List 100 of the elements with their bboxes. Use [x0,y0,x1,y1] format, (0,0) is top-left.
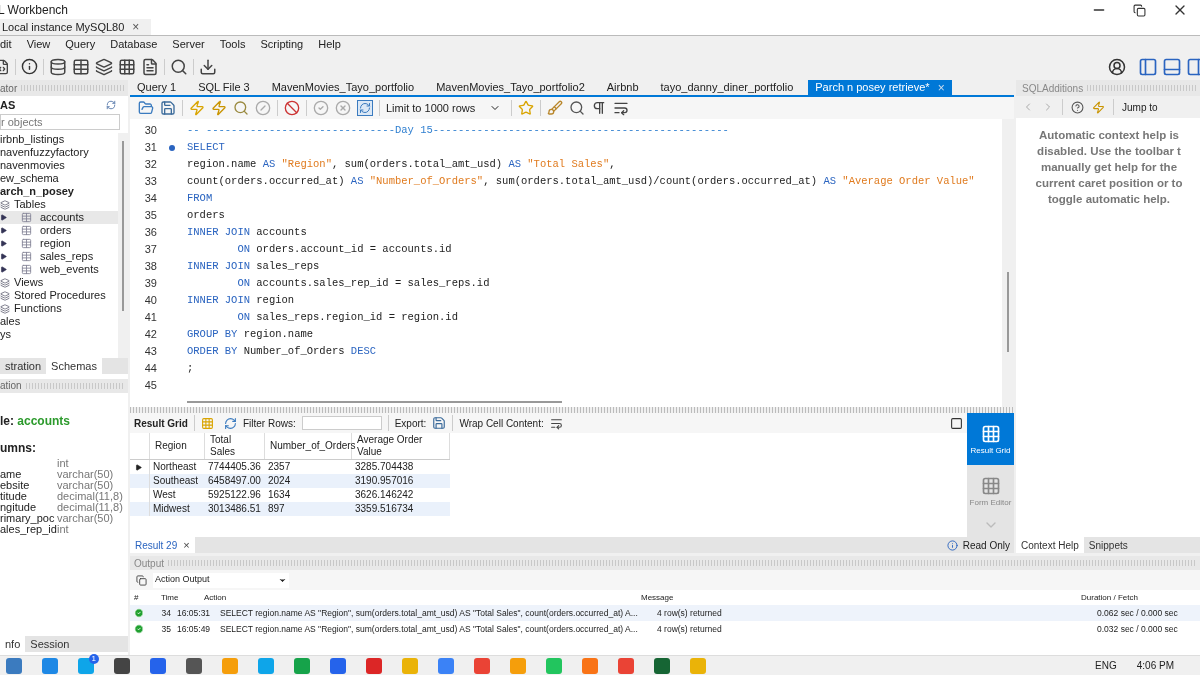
output-row[interactable]: 34 16:05:31 SELECT region.name AS "Region", sum(orders.total_amt_usd) AS "Total Sales", count(orders.occurred_at) A... 4 row(s) returned 0.062 sec / 0.000 sec [130,605,1200,621]
column-header[interactable]: Message [641,592,674,602]
column-header[interactable]: Number_of_Orders [270,440,356,452]
taskbar-icon[interactable] [114,657,130,674]
query-tab[interactable]: SQL File 3 [191,80,257,95]
menu-item[interactable]: Query [65,36,96,53]
tree-item[interactable]: ew_schema [0,172,59,185]
menu-item[interactable]: Tools [219,36,246,53]
menu-item[interactable]: Database [110,36,158,53]
filter-field[interactable] [301,416,382,430]
error-toggle-icon[interactable] [284,100,300,116]
view-icon[interactable] [95,57,113,76]
menu-item[interactable]: Scripting [260,36,304,53]
secondary-sidebar-toggle-icon[interactable] [1186,56,1200,77]
close-icon[interactable]: × [183,536,190,554]
taskbar-icon[interactable] [330,657,346,674]
column-header[interactable]: Action [204,592,227,602]
restore-icon[interactable] [1133,3,1146,17]
procedure-icon[interactable] [118,57,136,76]
output-type-select[interactable]: Action Output [153,572,289,588]
clock[interactable]: 4:06 PM [1136,658,1174,673]
tree-item[interactable]: orders [40,224,72,237]
menu-item[interactable]: Server [172,36,205,53]
database-icon[interactable] [49,57,67,76]
tab[interactable]: nfo [0,636,26,652]
query-tab[interactable]: Query 1 [130,80,184,95]
column-name: ales_rep_id [0,522,57,535]
tree-item[interactable]: ales [0,315,21,328]
tree-item[interactable]: navenfuzzyfactory [0,146,89,159]
tab[interactable]: Schemas [46,357,102,374]
tree-item[interactable]: irbnb_listings [0,133,65,146]
auto-help-icon[interactable] [1092,100,1105,114]
tab[interactable]: Session [25,636,75,652]
word-wrap-icon[interactable] [613,100,630,116]
tree-item[interactable]: arch_n_posey [0,185,74,198]
column-type: int [57,523,69,535]
tab[interactable]: Snippets [1083,537,1133,553]
taskbar-icon[interactable] [366,657,382,674]
menu-item[interactable]: dit [0,36,12,53]
row-limit-select[interactable]: Limit to 1000 rows [386,100,506,116]
view-button[interactable]: Result Grid [967,413,1014,465]
tree-item[interactable]: Functions [14,302,62,315]
scrollbar-thumb[interactable] [1007,272,1009,352]
taskbar-icon[interactable] [150,657,166,674]
function-icon[interactable] [141,57,159,76]
column-header[interactable]: Duration / Fetch [1081,592,1138,602]
info-icon[interactable] [21,58,38,75]
tree-item[interactable]: ys [0,328,11,341]
tree-item[interactable]: Views [14,276,44,289]
explain-icon[interactable] [233,100,249,116]
result-tab[interactable]: Result 29 × [130,537,195,553]
menu-item[interactable]: View [26,36,51,53]
context-help-icon[interactable] [1071,100,1084,114]
language-indicator[interactable]: ENG [1095,658,1117,673]
panel-toggle-icon[interactable] [950,416,963,430]
execute-current-icon[interactable] [211,100,227,116]
query-tab[interactable]: Airbnb [599,80,646,95]
column-header[interactable]: Average Order Value [357,434,432,458]
column-header[interactable]: Time [161,592,179,602]
column-header[interactable]: # [134,592,139,602]
save-icon[interactable] [160,100,176,116]
table-row[interactable]: Southeast 6458497.00 2024 3190.957016 [130,474,450,488]
taskbar-icon[interactable] [6,657,22,674]
column-header[interactable]: Region [155,440,187,452]
connection-tab[interactable]: Local instance MySQL80 × [0,19,152,35]
tree-item[interactable]: Stored Procedures [14,289,106,302]
inspector-icon[interactable] [170,57,188,76]
tab[interactable]: stration [0,357,47,374]
wrap-icon[interactable] [549,416,563,430]
tree-item[interactable]: web_events [40,263,99,276]
find-icon[interactable] [569,100,586,116]
taskbar-icon[interactable] [654,657,670,674]
open-file-icon[interactable] [138,100,154,116]
tree-item[interactable]: Tables [14,198,46,211]
table-row[interactable]: Midwest 3013486.51 897 3359.516734 [130,502,450,516]
query-tab[interactable]: Parch n posey retrieve* × [808,80,952,95]
tree-item[interactable]: navenmovies [0,159,65,172]
tab[interactable]: Context Help [1016,537,1084,553]
tree-item[interactable]: sales_reps [40,250,94,263]
migration-icon[interactable] [199,57,217,76]
table-icon[interactable] [72,57,90,76]
copy-icon[interactable] [136,574,147,586]
export-icon[interactable] [432,416,447,430]
taskbar-icon[interactable] [78,657,94,674]
close-icon[interactable]: × [132,18,140,36]
search-field[interactable]: r objects [0,114,120,130]
taskbar-icon[interactable] [186,657,202,674]
sidebar-toggle-icon[interactable] [1138,56,1158,77]
autocommit-toggle[interactable] [357,100,373,116]
column-header[interactable]: Total Sales [210,434,245,458]
menu-item[interactable]: Help [318,36,341,53]
output-toggle-icon[interactable] [1162,56,1182,77]
tree-item[interactable]: region [40,237,71,250]
scrollbar-thumb[interactable] [187,401,562,403]
beautify-icon[interactable] [547,100,564,116]
jump-to-label[interactable]: Jump to [1122,99,1158,115]
refresh-icon[interactable] [106,100,116,110]
refresh-icon[interactable] [223,416,237,430]
scrollbar-thumb[interactable] [122,141,124,311]
settings-icon[interactable] [1108,57,1126,76]
